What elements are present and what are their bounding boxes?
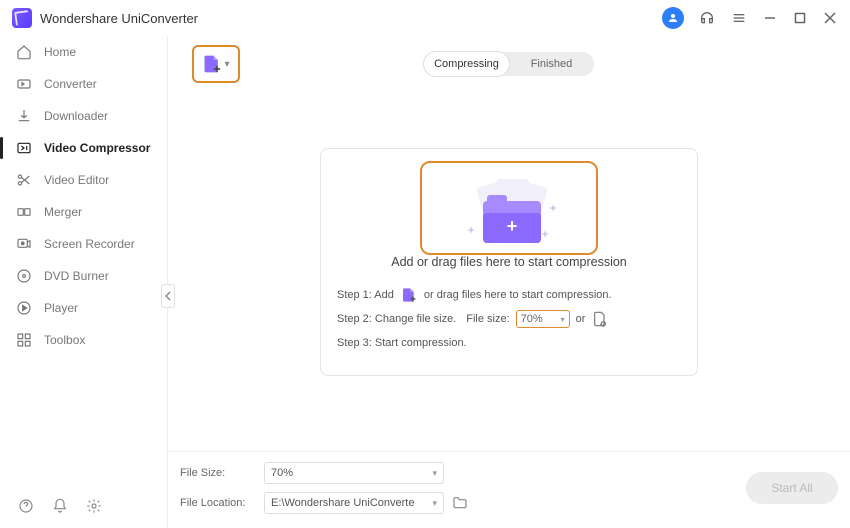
play-icon bbox=[16, 300, 32, 316]
account-avatar[interactable] bbox=[662, 7, 684, 29]
sidebar-item-screen-recorder[interactable]: Screen Recorder bbox=[0, 228, 167, 260]
sidebar-item-label: Toolbox bbox=[44, 333, 85, 347]
download-icon bbox=[16, 108, 32, 124]
sidebar-item-label: Video Editor bbox=[44, 173, 109, 187]
chevron-down-icon: ▾ bbox=[561, 315, 565, 324]
sidebar-item-label: Player bbox=[44, 301, 78, 315]
steps-panel: Step 1: Add or drag files here to start … bbox=[337, 283, 681, 355]
sidebar-item-downloader[interactable]: Downloader bbox=[0, 100, 167, 132]
active-indicator bbox=[0, 137, 3, 159]
support-button[interactable] bbox=[698, 9, 716, 27]
sidebar-item-label: Merger bbox=[44, 205, 82, 219]
step-1: Step 1: Add or drag files here to start … bbox=[337, 283, 681, 307]
maximize-icon bbox=[794, 12, 806, 24]
minimize-icon bbox=[764, 12, 776, 24]
status-tabs: Compressing Finished bbox=[424, 52, 594, 76]
step-3: Step 3: Start compression. bbox=[337, 331, 681, 355]
titlebar: Wondershare UniConverter bbox=[0, 0, 850, 36]
home-icon bbox=[16, 44, 32, 60]
sidebar-item-label: Screen Recorder bbox=[44, 237, 135, 251]
add-file-icon bbox=[202, 54, 222, 74]
main-panel: ▾ Compressing Finished + bbox=[168, 36, 850, 528]
chevron-down-icon: ▾ bbox=[224, 59, 229, 70]
step-2: Step 2: Change file size. File size: 70%… bbox=[337, 307, 681, 331]
help-button[interactable] bbox=[18, 498, 34, 514]
drop-target[interactable]: + Add or drag files here to start compre… bbox=[337, 165, 681, 269]
file-location-label: File Location: bbox=[180, 497, 256, 509]
menu-button[interactable] bbox=[730, 9, 748, 27]
sidebar-item-label: Downloader bbox=[44, 109, 108, 123]
sidebar-item-label: Home bbox=[44, 45, 76, 59]
recorder-icon bbox=[16, 236, 32, 252]
file-gear-icon bbox=[592, 311, 608, 327]
merger-icon bbox=[16, 204, 32, 220]
file-location-select[interactable]: E:\Wondershare UniConverte ▾ bbox=[264, 492, 444, 514]
settings-button[interactable] bbox=[86, 498, 102, 514]
drop-text: Add or drag files here to start compress… bbox=[391, 255, 627, 269]
add-files-button[interactable]: ▾ bbox=[192, 45, 240, 83]
disc-icon bbox=[16, 268, 32, 284]
close-button[interactable] bbox=[822, 10, 838, 26]
hamburger-icon bbox=[731, 10, 747, 26]
sidebar-item-label: DVD Burner bbox=[44, 269, 109, 283]
user-icon bbox=[667, 12, 679, 24]
sidebar-item-merger[interactable]: Merger bbox=[0, 196, 167, 228]
sidebar-item-label: Converter bbox=[44, 77, 97, 91]
app-title: Wondershare UniConverter bbox=[40, 11, 198, 26]
start-all-button[interactable]: Start All bbox=[746, 472, 838, 504]
highlight-frame bbox=[420, 161, 598, 255]
file-size-select[interactable]: 70% ▾ bbox=[264, 462, 444, 484]
close-icon bbox=[824, 12, 836, 24]
step3-text: Step 3: Start compression. bbox=[337, 337, 467, 349]
sidebar-item-video-editor[interactable]: Video Editor bbox=[0, 164, 167, 196]
notifications-button[interactable] bbox=[52, 498, 68, 514]
bottom-bar: File Size: 70% ▾ Start All File Location… bbox=[168, 451, 850, 528]
inline-file-size-value: 70% bbox=[521, 313, 543, 325]
drop-panel: + Add or drag files here to start compre… bbox=[320, 148, 698, 376]
start-all-label: Start All bbox=[771, 481, 812, 495]
step1-prefix: Step 1: Add bbox=[337, 289, 394, 301]
file-settings-button[interactable] bbox=[591, 310, 609, 328]
inline-file-size-select[interactable]: 70% ▾ bbox=[516, 310, 570, 328]
sidebar-item-player[interactable]: Player bbox=[0, 292, 167, 324]
minimize-button[interactable] bbox=[762, 10, 778, 26]
browse-folder-button[interactable] bbox=[452, 495, 468, 511]
file-location-value: E:\Wondershare UniConverte bbox=[271, 497, 414, 509]
step2-prefix: Step 2: Change file size. bbox=[337, 313, 456, 325]
file-size-label: File Size: bbox=[180, 467, 256, 479]
sidebar-item-dvd-burner[interactable]: DVD Burner bbox=[0, 260, 167, 292]
sidebar-item-home[interactable]: Home bbox=[0, 36, 167, 68]
tab-compressing[interactable]: Compressing bbox=[424, 52, 509, 76]
gear-icon bbox=[86, 498, 102, 514]
sidebar-item-converter[interactable]: Converter bbox=[0, 68, 167, 100]
step1-suffix: or drag files here to start compression. bbox=[424, 289, 612, 301]
step2-or: or bbox=[576, 313, 586, 325]
add-file-icon-inline bbox=[400, 286, 418, 304]
tab-finished[interactable]: Finished bbox=[509, 52, 594, 76]
bell-icon bbox=[52, 498, 68, 514]
maximize-button[interactable] bbox=[792, 10, 808, 26]
sidebar: Home Converter Downloader Video Compress… bbox=[0, 36, 168, 528]
grid-icon bbox=[16, 332, 32, 348]
step2-label: File size: bbox=[466, 313, 509, 325]
sidebar-item-toolbox[interactable]: Toolbox bbox=[0, 324, 167, 356]
headset-icon bbox=[699, 10, 715, 26]
scissors-icon bbox=[16, 172, 32, 188]
sidebar-item-label: Video Compressor bbox=[44, 141, 150, 155]
chevron-down-icon: ▾ bbox=[432, 498, 437, 509]
chevron-down-icon: ▾ bbox=[432, 468, 437, 479]
app-logo bbox=[12, 8, 32, 28]
help-icon bbox=[18, 498, 34, 514]
compress-icon bbox=[16, 140, 32, 156]
converter-icon bbox=[16, 76, 32, 92]
sidebar-item-video-compressor[interactable]: Video Compressor bbox=[0, 132, 167, 164]
folder-icon bbox=[452, 495, 468, 511]
file-size-value: 70% bbox=[271, 467, 293, 479]
